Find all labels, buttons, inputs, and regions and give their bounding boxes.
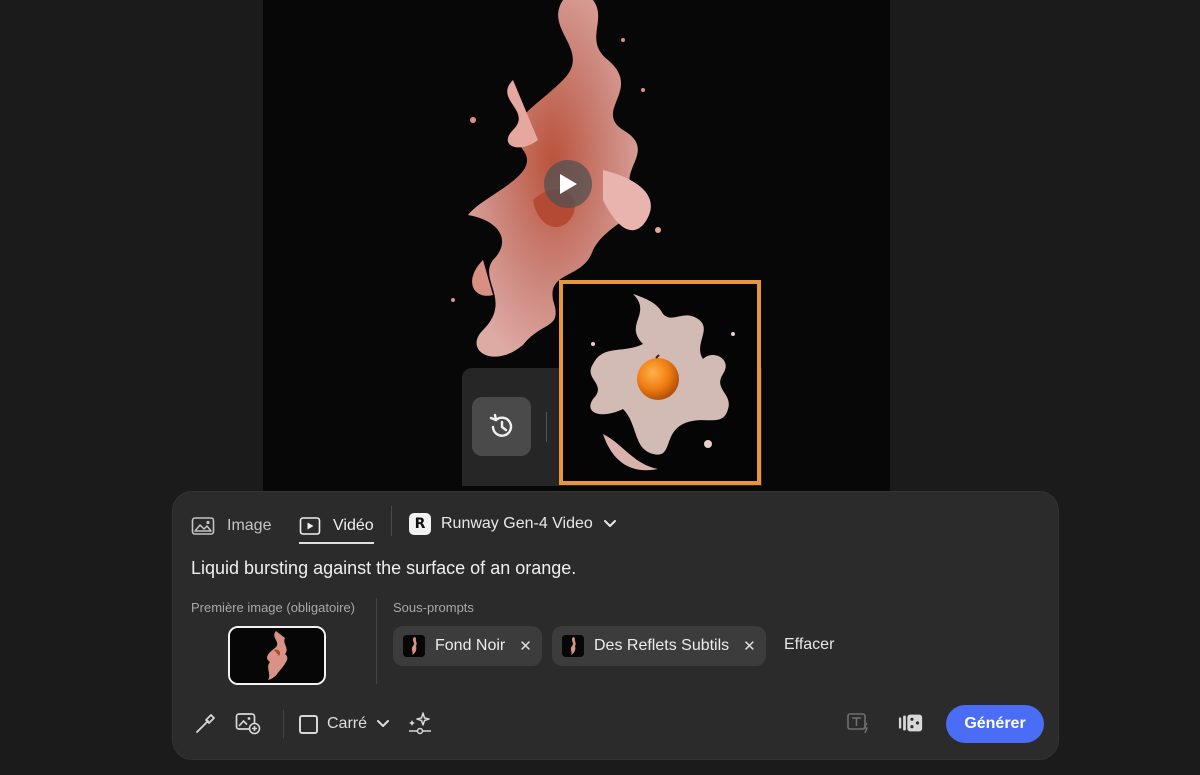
generation-panel: Image Vidéo R Runway Gen-4 Video Liquid … bbox=[172, 491, 1059, 760]
tab-video[interactable]: Vidéo bbox=[299, 510, 374, 544]
aspect-ratio-label: Carré bbox=[327, 715, 368, 732]
square-ratio-icon bbox=[299, 714, 318, 734]
selected-generation-thumbnail[interactable] bbox=[559, 280, 761, 485]
tab-image-label: Image bbox=[227, 517, 272, 534]
first-image-label: Première image (obligatoire) bbox=[191, 600, 356, 615]
orange-splash-image bbox=[563, 284, 757, 481]
play-button[interactable] bbox=[544, 160, 592, 208]
effects-sparkle-icon[interactable] bbox=[407, 710, 433, 736]
tab-image[interactable]: Image bbox=[191, 510, 271, 542]
prompt-input[interactable]: Liquid bursting against the surface of a… bbox=[191, 558, 576, 579]
chip-label: Des Reflets Subtils bbox=[594, 637, 730, 654]
app-stage: Image Vidéo R Runway Gen-4 Video Liquid … bbox=[0, 0, 1200, 775]
eyedropper-icon[interactable] bbox=[193, 710, 219, 736]
subprompts-label: Sous-prompts bbox=[393, 600, 474, 615]
variations-icon[interactable] bbox=[898, 710, 924, 736]
add-image-icon[interactable] bbox=[235, 710, 261, 736]
chip-label: Fond Noir bbox=[435, 637, 506, 654]
first-image-thumbnail[interactable] bbox=[228, 626, 326, 685]
history-divider bbox=[546, 412, 547, 442]
chevron-down-icon bbox=[377, 720, 390, 727]
remove-chip-close-icon[interactable]: ✕ bbox=[743, 637, 756, 655]
history-button[interactable] bbox=[472, 397, 531, 456]
tab-video-label: Vidéo bbox=[333, 517, 374, 534]
runway-logo-icon: R bbox=[409, 513, 431, 535]
clear-subprompts-button[interactable]: Effacer bbox=[784, 636, 834, 654]
remove-chip-close-icon[interactable]: ✕ bbox=[519, 637, 532, 655]
toolbar-divider bbox=[283, 710, 284, 738]
aspect-ratio-selector[interactable]: Carré bbox=[299, 712, 390, 736]
text-effects-icon[interactable] bbox=[846, 710, 872, 736]
active-tab-indicator bbox=[299, 542, 374, 544]
history-icon bbox=[489, 413, 512, 437]
model-selector[interactable]: R Runway Gen-4 Video bbox=[409, 509, 617, 539]
subprompt-chip[interactable]: Fond Noir ✕ bbox=[393, 626, 542, 666]
video-icon bbox=[299, 517, 321, 535]
chip-thumbnail bbox=[403, 635, 425, 657]
section-divider bbox=[376, 598, 377, 684]
generate-button[interactable]: Générer bbox=[946, 705, 1044, 743]
image-icon bbox=[191, 517, 215, 535]
play-icon bbox=[560, 174, 577, 194]
subprompt-chip[interactable]: Des Reflets Subtils ✕ bbox=[552, 626, 766, 666]
first-image-preview bbox=[230, 628, 324, 683]
chip-thumbnail bbox=[562, 635, 584, 657]
tabs-divider bbox=[391, 506, 392, 536]
chevron-down-icon bbox=[603, 520, 616, 527]
model-name: Runway Gen-4 Video bbox=[441, 515, 593, 532]
